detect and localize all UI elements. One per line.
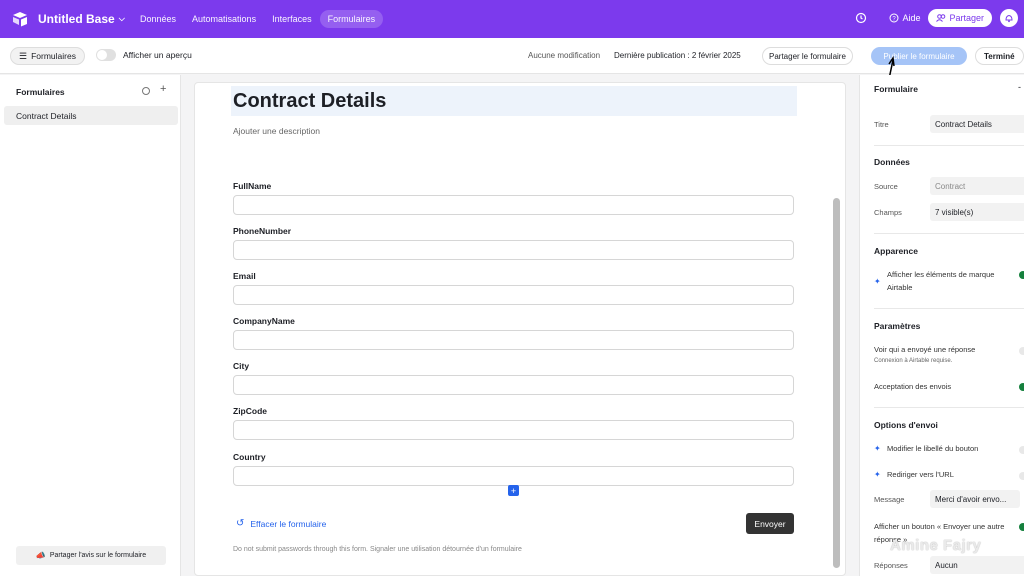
divider — [874, 308, 1024, 309]
disclaimer-text: Do not submit passwords through this for… — [233, 546, 522, 553]
divider — [874, 407, 1024, 408]
companyname-input[interactable] — [233, 330, 794, 350]
bell-icon — [1005, 14, 1013, 23]
field-label-country: Country — [233, 452, 266, 462]
submit-options-header: Options d'envoi — [874, 420, 938, 430]
history-icon[interactable] — [855, 12, 867, 24]
data-header: Données — [874, 157, 910, 167]
forms-toggle-button[interactable]: ☰ Formulaires — [10, 47, 85, 65]
nav-donnees[interactable]: Données — [132, 10, 184, 28]
field-label-city: City — [233, 361, 250, 371]
form-canvas — [194, 82, 846, 576]
share-form-button[interactable]: Partager le formulaire — [762, 47, 853, 65]
divider — [874, 233, 1024, 234]
sidebar-title: Formulaires — [16, 87, 65, 97]
top-right-actions: ? Aide Partager — [855, 9, 1018, 27]
zipcode-input[interactable] — [233, 420, 794, 440]
see-who-sub: Connexion à Airtable requise. — [874, 358, 953, 364]
modify-button-option: Modifier le libellé du bouton — [887, 444, 979, 453]
menu-icon: ☰ — [19, 50, 28, 61]
users-icon — [936, 14, 946, 22]
form-description[interactable]: Ajouter une description — [233, 126, 320, 136]
message-field[interactable]: Merci d'avoir envo... — [930, 490, 1020, 508]
field-label-phonenumber: PhoneNumber — [233, 226, 292, 236]
nav-automatisations[interactable]: Automatisations — [184, 10, 264, 28]
preview-toggle[interactable] — [96, 49, 116, 61]
base-title[interactable]: Untitled Base ⌵ — [38, 12, 125, 26]
see-who-option: Voir qui a envoyé une réponse — [874, 345, 976, 354]
sparkle-icon: ✦ — [874, 444, 881, 453]
form-title[interactable]: Contract Details — [231, 86, 797, 116]
undo-icon: ↺ — [236, 518, 245, 529]
forms-sidebar: Formulaires + Contract Details 📣 Partage… — [0, 75, 181, 576]
message-label: Message — [874, 495, 905, 504]
last-published-text: Dernière publication : 2 février 2025 — [614, 51, 741, 60]
share-button[interactable]: Partager — [928, 9, 992, 27]
see-who-toggle[interactable] — [1019, 347, 1024, 355]
redirect-option: Rediriger vers l'URL — [887, 470, 954, 479]
sidebar-item-contract-details[interactable]: Contract Details — [4, 106, 178, 125]
nav-formulaires[interactable]: Formulaires — [319, 10, 384, 28]
source-label: Source — [874, 182, 898, 191]
help-icon: ? — [889, 13, 899, 23]
add-field-button[interactable]: + — [508, 485, 519, 496]
clear-form-button[interactable]: ↺ Effacer le formulaire — [236, 518, 326, 529]
appearance-header: Apparence — [874, 246, 918, 256]
title-label: Titre — [874, 120, 889, 129]
canvas-scrollbar[interactable] — [833, 198, 840, 568]
country-input[interactable] — [233, 466, 794, 486]
title-value-field[interactable]: Contract Details — [930, 115, 1024, 133]
fields-label: Champs — [874, 208, 902, 217]
help-button[interactable]: ? Aide — [889, 13, 920, 23]
email-input[interactable] — [233, 285, 794, 305]
collapse-icon[interactable]: - — [1018, 82, 1021, 92]
chevron-down-icon: ⌵ — [118, 14, 125, 23]
branding-option: Afficher les éléments de marque Airtable — [887, 270, 995, 292]
field-label-zipcode: ZipCode — [233, 406, 267, 416]
add-form-icon[interactable]: + — [160, 83, 166, 95]
submit-button[interactable]: Envoyer — [746, 513, 794, 534]
redirect-toggle[interactable] — [1019, 472, 1024, 480]
settings-header: Paramètres — [874, 321, 921, 331]
status-text: Aucune modification — [528, 51, 601, 60]
sparkle-icon: ✦ — [874, 470, 881, 479]
accept-toggle[interactable] — [1019, 383, 1024, 391]
sparkle-icon: ✦ — [874, 277, 881, 286]
done-button[interactable]: Terminé — [975, 47, 1024, 65]
responses-select[interactable]: Aucun — [930, 556, 1024, 574]
feedback-button[interactable]: 📣 Partager l'avis sur le formulaire — [16, 546, 166, 565]
show-button-toggle[interactable] — [1019, 523, 1024, 531]
field-label-email: Email — [233, 271, 256, 281]
watermark: Amine Fajry — [890, 537, 982, 554]
preview-label: Afficher un aperçu — [123, 50, 192, 60]
field-label-fullname: FullName — [233, 181, 272, 191]
source-select[interactable]: Contract — [930, 177, 1024, 195]
airtable-logo-icon[interactable] — [12, 11, 28, 27]
divider — [874, 145, 1024, 146]
megaphone-icon: 📣 — [35, 551, 46, 560]
phonenumber-input[interactable] — [233, 240, 794, 260]
form-toolbar: ☰ Formulaires Afficher un aperçu Aucune … — [0, 38, 1024, 74]
branding-toggle[interactable] — [1019, 271, 1024, 279]
modify-button-toggle[interactable] — [1019, 446, 1024, 454]
main-nav: Données Automatisations Interfaces Formu… — [132, 10, 384, 28]
responses-label: Réponses — [874, 561, 908, 570]
settings-panel: Formulaire - Titre Contract Details Donn… — [859, 75, 1024, 576]
accept-option: Acceptation des envois — [874, 382, 952, 391]
fields-select[interactable]: 7 visible(s) — [930, 203, 1024, 221]
notifications-button[interactable] — [1000, 9, 1018, 27]
info-icon[interactable] — [142, 87, 150, 95]
panel-header: Formulaire — [874, 84, 918, 94]
city-input[interactable] — [233, 375, 794, 395]
nav-interfaces[interactable]: Interfaces — [264, 10, 320, 28]
top-bar: Untitled Base ⌵ Données Automatisations … — [0, 0, 1024, 38]
fullname-input[interactable] — [233, 195, 794, 215]
field-label-companyname: CompanyName — [233, 316, 295, 326]
